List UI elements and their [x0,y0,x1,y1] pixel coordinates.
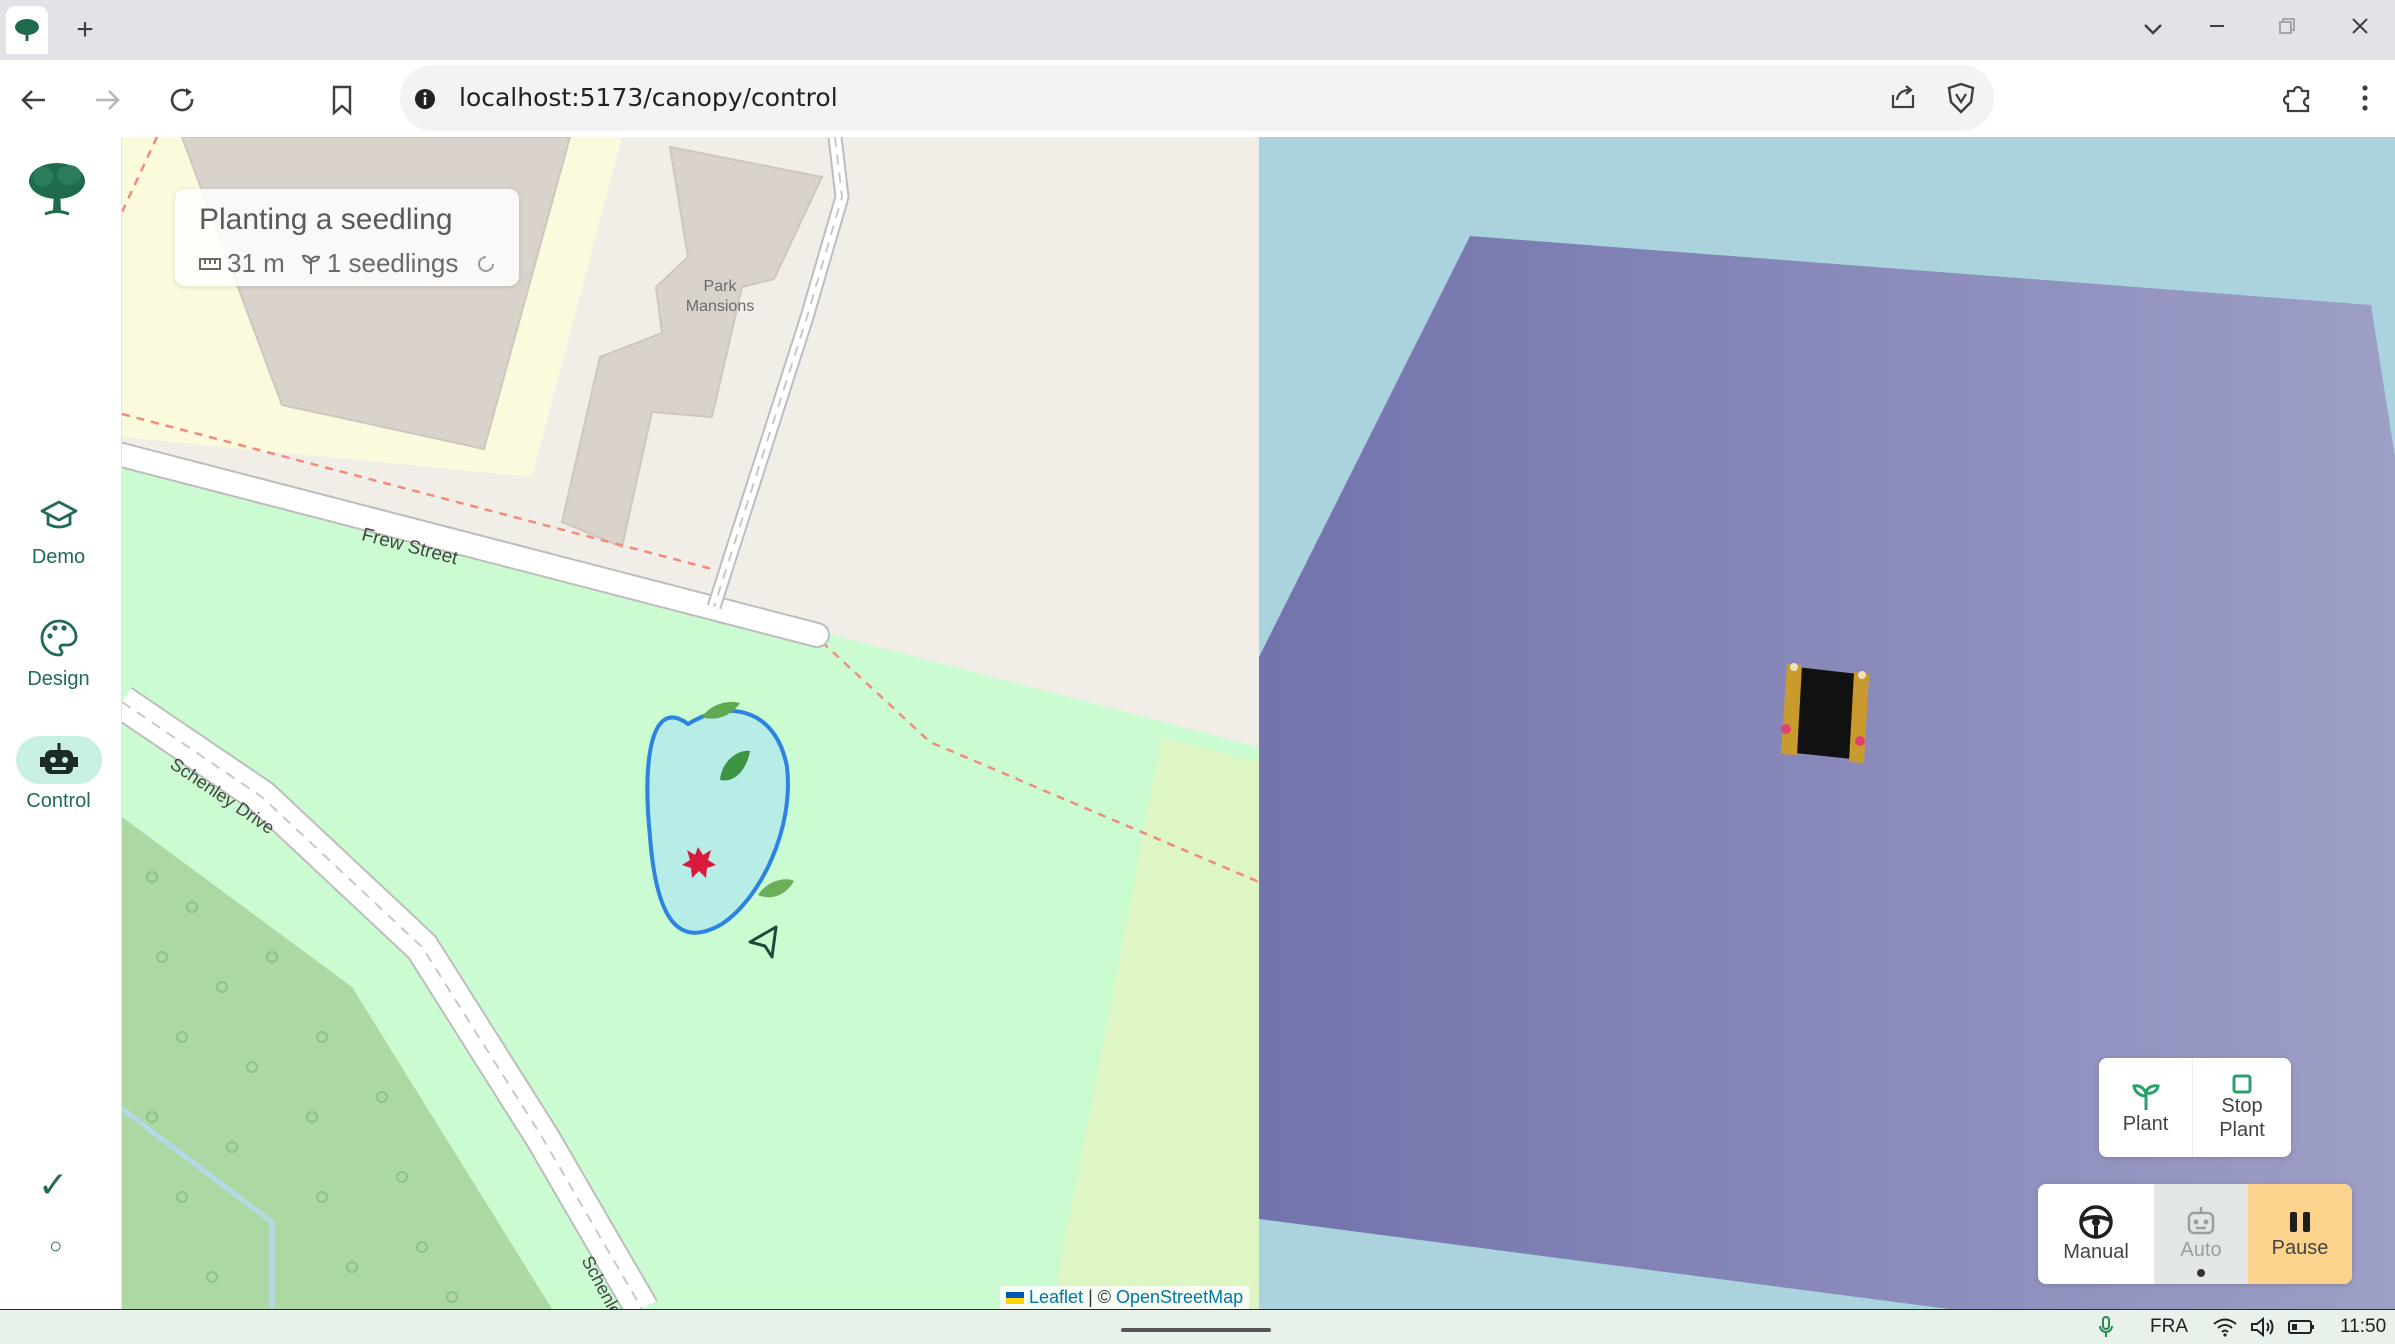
auto-button[interactable]: Auto [2154,1184,2248,1284]
leaflet-link[interactable]: Leaflet [1029,1287,1083,1307]
sidebar-item-label: Demo [31,546,86,568]
status-circle-icon: ○ [49,1233,63,1258]
plant-label: Plant [2122,1112,2169,1135]
status-check-icon: ✓ [38,1164,69,1205]
attribution-separator: | © [1083,1287,1117,1307]
robot-model [1781,663,1869,763]
brave-shield-icon[interactable] [1946,82,1976,114]
close-icon[interactable] [2345,14,2375,44]
graduation-cap-icon [16,492,102,540]
app-sidebar: Demo Design Control ✓ ○ [0,137,122,1309]
map-label-line: Mansions [685,298,755,315]
map-panel[interactable]: Park Mansions Frew Street Schenley Drive… [122,137,1259,1309]
map-label-building: Park Mansions [670,277,770,317]
stop-plant-label: Stop [2221,1094,2263,1117]
mission-title: Planting a seedling [199,203,453,236]
sprout-icon [2131,1083,2160,1110]
mission-meta: 31 m 1 seedlings [199,248,496,279]
clock[interactable]: 11:50 [2340,1316,2386,1338]
sidebar-item-control[interactable]: Control [0,736,117,813]
share-icon[interactable] [1888,82,1918,112]
stop-plant-button[interactable]: Stop Plant [2193,1058,2291,1157]
reload-icon[interactable] [163,80,203,120]
pause-button[interactable]: Pause [2248,1184,2352,1284]
microphone-icon[interactable] [2097,1315,2115,1344]
auto-label: Auto [2180,1239,2222,1261]
forward-icon[interactable] [87,80,127,120]
mission-distance: 31 m [227,248,285,278]
browser-tabstrip: + [0,0,2395,60]
url-text[interactable]: localhost:5173/canopy/control [459,83,838,112]
restore-icon[interactable] [2272,14,2302,44]
map-attribution: Leaflet | © OpenStreetMap [1000,1286,1250,1310]
manual-button[interactable]: Manual [2038,1184,2154,1284]
stop-plant-label: Plant [2219,1118,2265,1141]
drive-mode-controls: Manual Auto Pause [2038,1184,2352,1284]
palette-icon [16,614,102,662]
ruler-icon [199,257,221,270]
wifi-icon[interactable] [2212,1317,2238,1342]
bookmark-icon[interactable] [322,80,362,120]
site-info-icon[interactable] [412,86,438,112]
robot-icon [2187,1207,2215,1235]
language-indicator[interactable]: FRA [2150,1316,2188,1338]
robot-icon [15,736,102,784]
battery-icon[interactable] [2288,1318,2316,1341]
sidebar-item-design[interactable]: Design [0,614,117,691]
openstreetmap-link[interactable]: OpenStreetMap [1116,1287,1243,1307]
app-logo-tree-icon [25,159,89,224]
sprout-icon [301,254,321,274]
plant-button[interactable]: Plant [2099,1058,2193,1157]
home-indicator [1121,1328,1271,1332]
minimize-icon[interactable] [2202,14,2232,44]
back-icon[interactable] [14,80,54,120]
volume-icon[interactable] [2250,1316,2276,1342]
mission-info-card: Planting a seedling 31 m 1 seedlings [175,189,519,286]
menu-icon[interactable] [2358,82,2372,114]
map-label-line: Park [703,278,737,295]
plant-controls: Plant Stop Plant [2099,1058,2291,1157]
manual-label: Manual [2063,1241,2129,1263]
tree-icon [15,19,39,41]
steering-wheel-icon [2079,1205,2113,1239]
sidebar-item-demo[interactable]: Demo [0,492,117,569]
sidebar-item-label: Design [27,668,90,690]
sidebar-item-label: Control [26,790,91,812]
loading-spinner-icon [478,255,495,272]
new-tab-button[interactable]: + [70,15,100,45]
active-mode-dot [2197,1269,2205,1277]
browser-tab[interactable] [6,6,48,54]
extensions-icon[interactable] [2282,81,2316,115]
pause-icon [2290,1212,2310,1232]
system-taskbar: FRA 11:50 [0,1309,2395,1344]
ukraine-flag-icon [1006,1292,1024,1305]
pause-label: Pause [2271,1237,2329,1259]
tab-search-icon[interactable] [2138,14,2168,44]
mission-seedlings: 1 seedlings [326,248,459,278]
stop-icon [2232,1074,2252,1093]
